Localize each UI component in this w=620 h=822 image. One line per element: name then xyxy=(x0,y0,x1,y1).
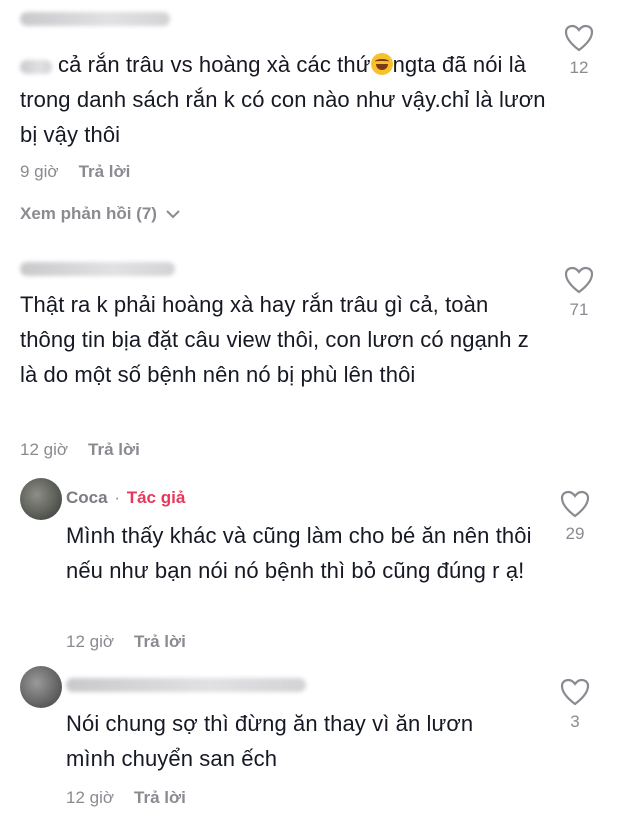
blurred-username[interactable] xyxy=(20,262,175,276)
like-button[interactable]: 29 xyxy=(558,490,592,544)
comment-time: 9 giờ xyxy=(20,162,59,181)
like-count: 71 xyxy=(569,300,589,319)
like-button[interactable]: 12 xyxy=(562,24,596,78)
avatar[interactable] xyxy=(20,478,62,520)
blurred-username[interactable] xyxy=(66,678,306,692)
like-button[interactable]: 71 xyxy=(562,266,596,320)
heart-icon xyxy=(560,678,590,706)
comment-text: cả rắn trâu vs hoàng xà các thứ ngta đã n… xyxy=(20,52,546,147)
reply-button[interactable]: Trả lời xyxy=(79,162,131,181)
like-count: 12 xyxy=(569,58,589,77)
blurred-username[interactable] xyxy=(20,12,170,26)
reply-text: Mình thấy khác và cũng làm cho bé ăn nên… xyxy=(66,523,532,583)
reply-meta: 12 giờ Trả lời xyxy=(66,632,186,652)
reply-button[interactable]: Trả lời xyxy=(134,632,186,651)
heart-icon xyxy=(564,266,594,294)
reply-meta: 12 giờ Trả lời xyxy=(66,788,186,808)
comment-time: 12 giờ xyxy=(20,440,69,459)
reply-time: 12 giờ xyxy=(66,788,115,807)
comment-meta: 12 giờ Trả lời xyxy=(20,440,140,460)
comment-text: Thật ra k phải hoàng xà hay rắn trâu gì … xyxy=(20,292,529,387)
heart-icon xyxy=(564,24,594,52)
chevron-down-icon xyxy=(165,210,180,219)
reply-button[interactable]: Trả lời xyxy=(134,788,186,807)
like-button[interactable]: 3 xyxy=(558,678,592,732)
face-with-tears-of-joy-icon xyxy=(370,53,393,75)
heart-icon xyxy=(560,490,590,518)
comment-meta: 9 giờ Trả lời xyxy=(20,162,130,182)
reply-text: Nói chung sợ thì đừng ăn thay vì ăn lươn… xyxy=(66,711,474,771)
reply-time: 12 giờ xyxy=(66,632,115,651)
avatar[interactable] xyxy=(20,666,62,708)
author-name[interactable]: Coca xyxy=(66,488,108,507)
like-count: 29 xyxy=(565,524,585,543)
author-badge: Tác giả xyxy=(126,488,186,507)
separator: · xyxy=(114,488,120,507)
reply-button[interactable]: Trả lời xyxy=(88,440,140,459)
reply-header: Coca · Tác giả xyxy=(66,488,185,508)
like-count: 3 xyxy=(570,712,580,731)
view-replies-button[interactable]: Xem phản hồi (7) xyxy=(20,204,180,224)
